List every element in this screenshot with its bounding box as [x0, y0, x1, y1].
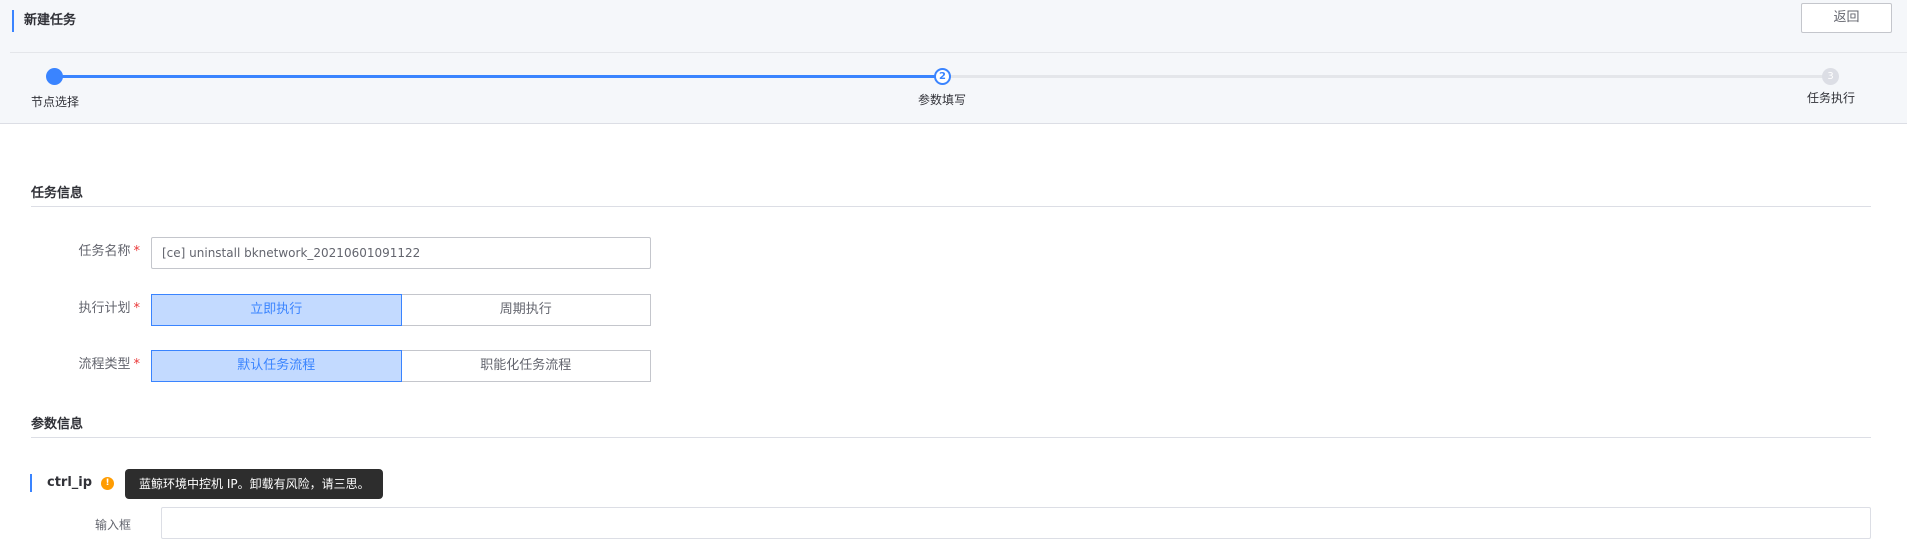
step-1-label: 节点选择 [31, 95, 80, 109]
page-title: 新建任务 [12, 10, 76, 32]
step-2-label: 参数填写 [918, 93, 967, 107]
required-mark: * [133, 244, 141, 259]
param-info-divider [31, 437, 1871, 438]
task-name-input[interactable] [151, 237, 651, 269]
page-header-area: 新建任务 返回 2 3 节点选择 参数填写 任务执行 [0, 0, 1907, 124]
info-icon[interactable]: ! [101, 477, 114, 490]
param-input-label: 输入框 [95, 518, 132, 532]
task-name-label: 任务名称 * [30, 237, 140, 267]
task-info-divider [31, 206, 1871, 207]
flow-option-functional[interactable]: 职能化任务流程 [401, 350, 651, 382]
plan-option-periodic[interactable]: 周期执行 [401, 294, 651, 326]
required-mark: * [133, 301, 141, 316]
ctrl-ip-input[interactable] [161, 507, 1871, 539]
step-2-dot[interactable]: 2 [934, 68, 951, 85]
header-divider [10, 52, 1907, 53]
back-button[interactable]: 返回 [1801, 3, 1892, 33]
flow-type-label: 流程类型 * [30, 350, 140, 380]
param-tooltip: 蓝鲸环境中控机 IP。卸载有风险，请三思。 [125, 469, 383, 499]
task-name-label-text: 任务名称 [78, 244, 131, 259]
step-progress: 2 3 节点选择 参数填写 任务执行 [0, 60, 1907, 120]
param-name-ctrl-ip: ctrl_ip [30, 474, 92, 492]
param-info-section-title: 参数信息 [31, 417, 84, 432]
plan-option-immediate[interactable]: 立即执行 [151, 294, 402, 326]
task-info-section-title: 任务信息 [31, 186, 84, 201]
execution-plan-label: 执行计划 * [30, 294, 140, 324]
step-3-label: 任务执行 [1807, 91, 1856, 105]
step-3-dot[interactable]: 3 [1822, 68, 1839, 85]
execution-plan-label-text: 执行计划 [78, 301, 131, 316]
required-mark: * [133, 357, 141, 372]
step-1-dot[interactable] [46, 68, 63, 85]
flow-type-radio-group: 默认任务流程 职能化任务流程 [151, 350, 651, 382]
step-track-pending [942, 75, 1830, 78]
execution-plan-radio-group: 立即执行 周期执行 [151, 294, 651, 326]
flow-type-label-text: 流程类型 [78, 357, 131, 372]
flow-option-default[interactable]: 默认任务流程 [151, 350, 402, 382]
step-track-completed [54, 75, 942, 78]
